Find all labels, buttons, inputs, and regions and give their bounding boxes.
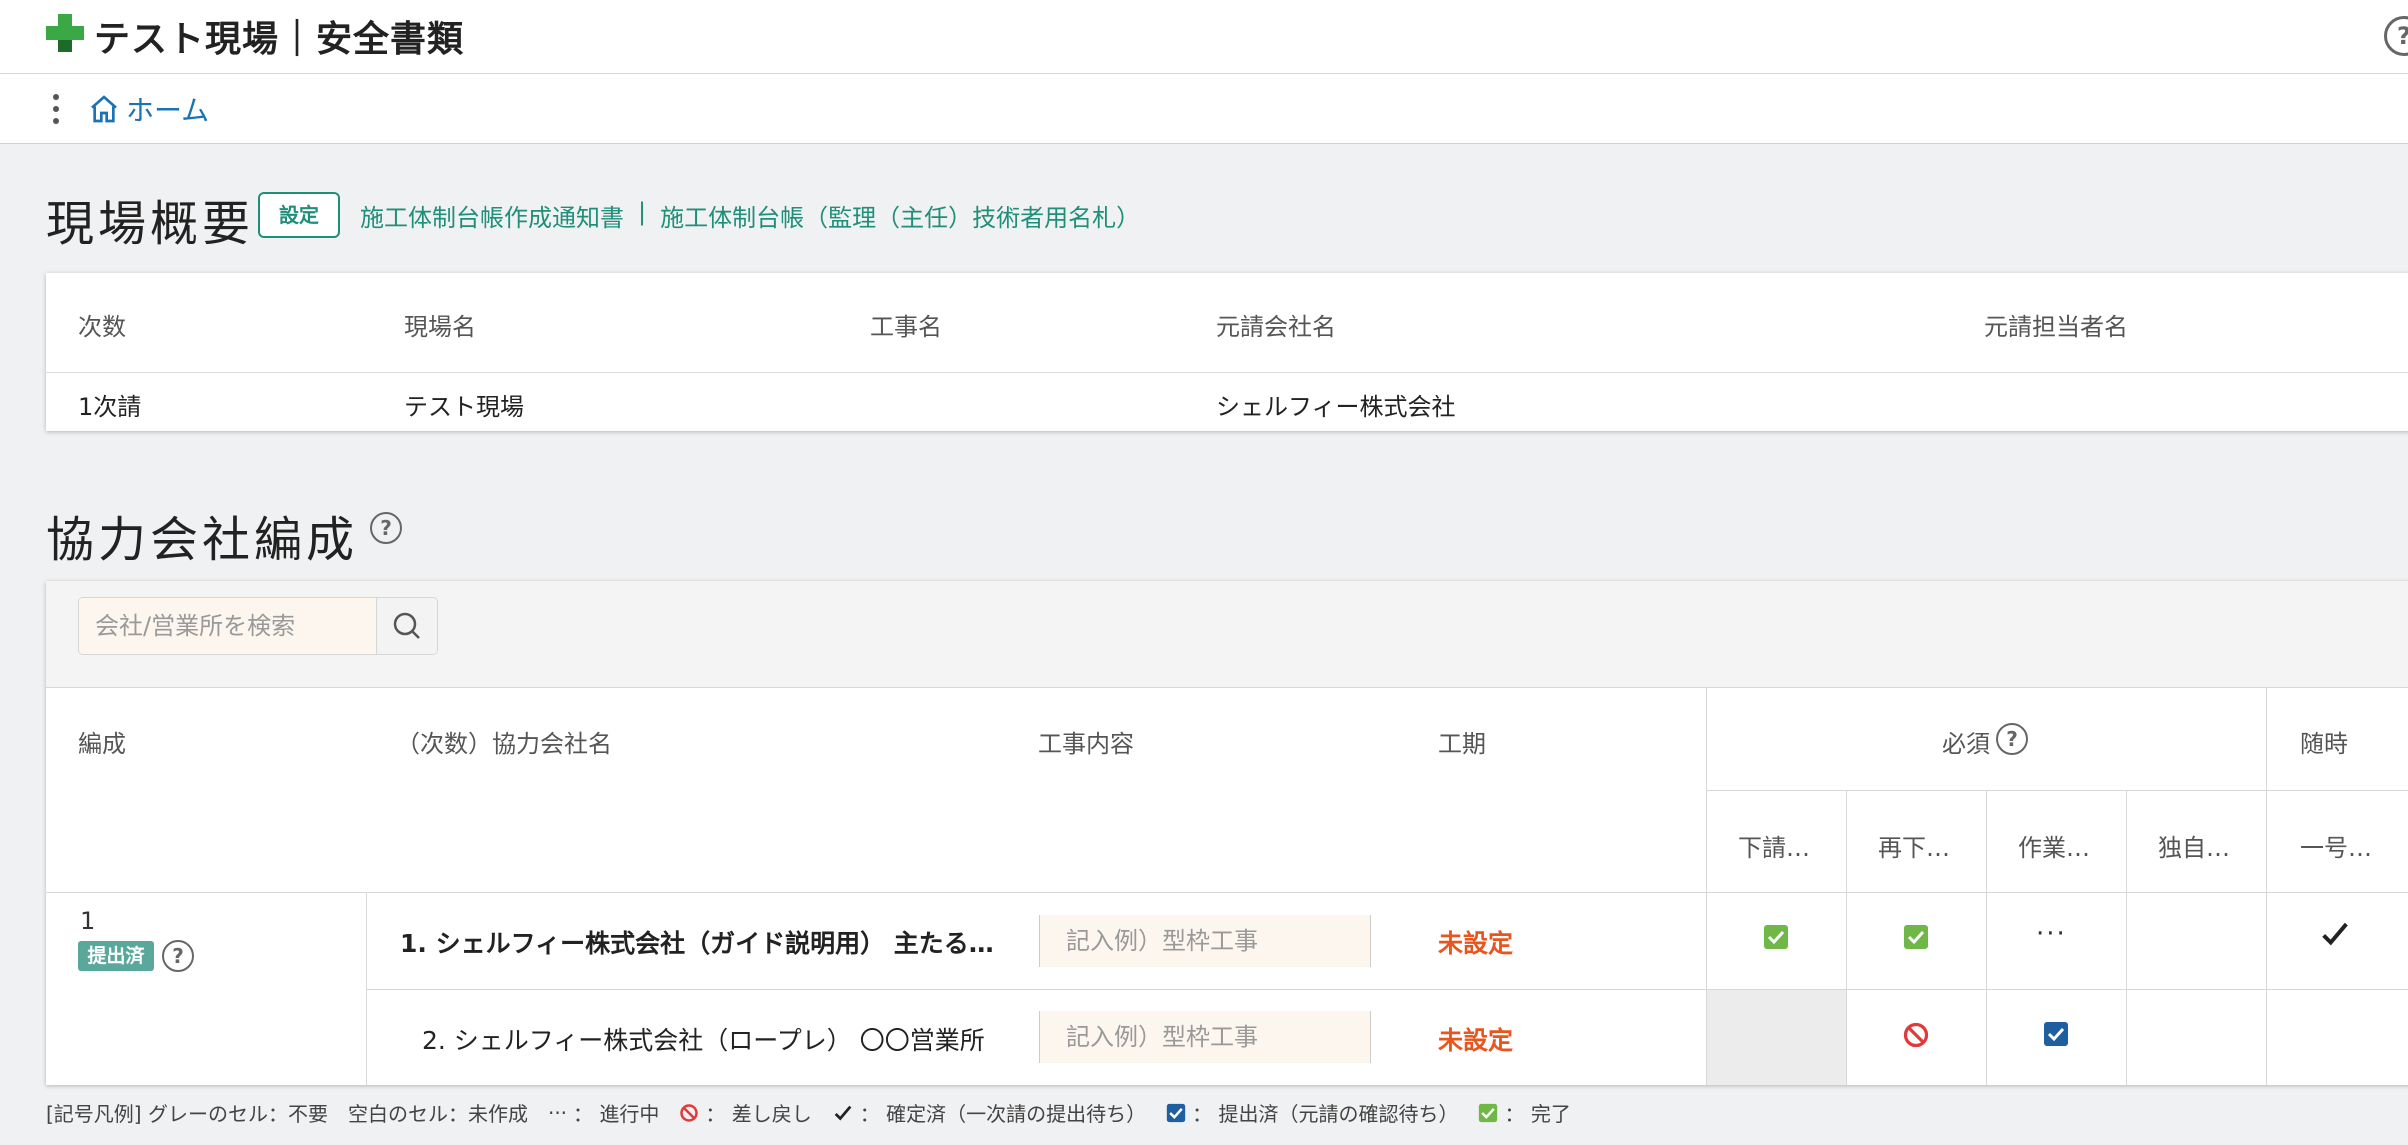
in-progress-icon[interactable]: ··· bbox=[2036, 919, 2067, 949]
confirmed-check-icon[interactable] bbox=[2318, 917, 2352, 955]
partners-help-icon[interactable]: ? bbox=[370, 512, 402, 544]
overview-title: 現場概要 bbox=[46, 196, 255, 252]
header-content: 工事内容 bbox=[1038, 730, 1134, 758]
status-help-icon[interactable]: ? bbox=[162, 940, 194, 972]
legend-returned-icon bbox=[680, 1103, 699, 1122]
cell-prime: シェルフィー株式会社 bbox=[1216, 393, 1456, 421]
header-contact: 元請担当者名 bbox=[1984, 313, 2128, 341]
header-sub3[interactable]: 作業… bbox=[2018, 828, 2090, 863]
logo-icon bbox=[46, 14, 84, 52]
company-name-2[interactable]: 2. シェルフィー株式会社（ロープレ） 〇〇営業所 bbox=[422, 1021, 985, 1057]
help-icon[interactable]: ? bbox=[2384, 16, 2408, 56]
legend-complete-icon bbox=[1479, 1103, 1498, 1122]
legend-submitted: ： 提出済（元請の確認待ち） bbox=[1192, 1102, 1459, 1126]
overview-table: 次数 現場名 工事名 元請会社名 元請担当者名 1次請 テスト現場 シェルフィー… bbox=[46, 273, 2408, 431]
top-bar: テスト現場｜安全書類 ? bbox=[0, 0, 2408, 74]
legend-confirmed-icon bbox=[834, 1105, 852, 1121]
header-site: 現場名 bbox=[404, 313, 476, 341]
legend-dots-icon: ··· bbox=[547, 1100, 568, 1125]
work-content-input-1[interactable]: 記入例）型枠工事 bbox=[1039, 915, 1371, 967]
legend-submitted-icon bbox=[1166, 1103, 1186, 1122]
group-number: 1 bbox=[80, 907, 96, 935]
header-prime: 元請会社名 bbox=[1216, 313, 1336, 341]
legend-complete: ： 完了 bbox=[1504, 1102, 1571, 1126]
name-tag-link[interactable]: 施工体制台帳（監理（主任）技術者用名札） bbox=[660, 198, 1140, 233]
header-company: （次数）協力会社名 bbox=[396, 730, 612, 758]
home-link[interactable]: ホーム bbox=[88, 91, 209, 127]
legend-prefix: [記号凡例] グレーのセル：不要 空白のセル：未作成 bbox=[46, 1102, 528, 1126]
settings-button[interactable]: 設定 bbox=[258, 192, 340, 238]
partners-table: 編成 （次数）協力会社名 工事内容 工期 必須 ? 随時 下請… 再下… 作業…… bbox=[46, 581, 2408, 1085]
header-work: 工事名 bbox=[870, 313, 942, 341]
search-box: 会社/営業所を検索 bbox=[78, 597, 438, 655]
home-label: ホーム bbox=[126, 94, 210, 127]
nav-bar: ホーム bbox=[0, 74, 2408, 144]
period-2[interactable]: 未設定 bbox=[1438, 1021, 1513, 1057]
partners-title: 協力会社編成 bbox=[46, 512, 359, 568]
period-1[interactable]: 未設定 bbox=[1438, 924, 1513, 960]
header-period: 工期 bbox=[1438, 730, 1486, 758]
status-badge: 提出済 bbox=[78, 941, 154, 971]
header-sub2[interactable]: 再下… bbox=[1878, 828, 1950, 863]
legend-returned: ： 差し戻し bbox=[705, 1102, 812, 1126]
header-sub4[interactable]: 独自… bbox=[2158, 828, 2230, 863]
header-required: 必須 bbox=[1942, 730, 1990, 758]
header-anytime: 随時 bbox=[2300, 730, 2348, 758]
search-icon bbox=[393, 612, 420, 639]
submitted-check-icon[interactable] bbox=[2044, 1022, 2068, 1046]
work-content-input-2[interactable]: 記入例）型枠工事 bbox=[1039, 1011, 1371, 1063]
more-menu-icon[interactable] bbox=[50, 94, 62, 124]
complete-check-icon[interactable] bbox=[1904, 925, 1928, 949]
document-links: 施工体制台帳作成通知書 | 施工体制台帳（監理（主任）技術者用名札） bbox=[360, 198, 1140, 233]
cell-site: テスト現場 bbox=[404, 393, 524, 421]
home-icon bbox=[91, 95, 117, 123]
search-input[interactable]: 会社/営業所を検索 bbox=[79, 598, 377, 654]
returned-icon[interactable] bbox=[1902, 1021, 1930, 1053]
required-help-icon[interactable]: ? bbox=[1996, 723, 2028, 755]
legend-in-progress: ： 進行中 bbox=[573, 1102, 660, 1126]
company-name-1[interactable]: 1. シェルフィー株式会社（ガイド説明用） 主たる… bbox=[400, 924, 994, 960]
header-sub5[interactable]: 一号… bbox=[2300, 828, 2372, 863]
header-sub1[interactable]: 下請… bbox=[1738, 828, 1810, 863]
complete-check-icon[interactable] bbox=[1764, 925, 1788, 949]
cell-order: 1次請 bbox=[78, 393, 142, 421]
header-group: 編成 bbox=[78, 730, 126, 758]
header-order: 次数 bbox=[78, 313, 126, 341]
search-button[interactable] bbox=[377, 598, 437, 654]
legend: [記号凡例] グレーのセル：不要 空白のセル：未作成 ··· ： 進行中 ： 差… bbox=[46, 1098, 1591, 1127]
legend-confirmed: ： 確定済（一次請の提出待ち） bbox=[859, 1102, 1147, 1126]
link-separator: | bbox=[638, 198, 647, 226]
construction-notice-link[interactable]: 施工体制台帳作成通知書 bbox=[360, 198, 624, 233]
not-required-cell bbox=[1706, 990, 1846, 1085]
app-title: テスト現場｜安全書類 bbox=[94, 19, 465, 60]
